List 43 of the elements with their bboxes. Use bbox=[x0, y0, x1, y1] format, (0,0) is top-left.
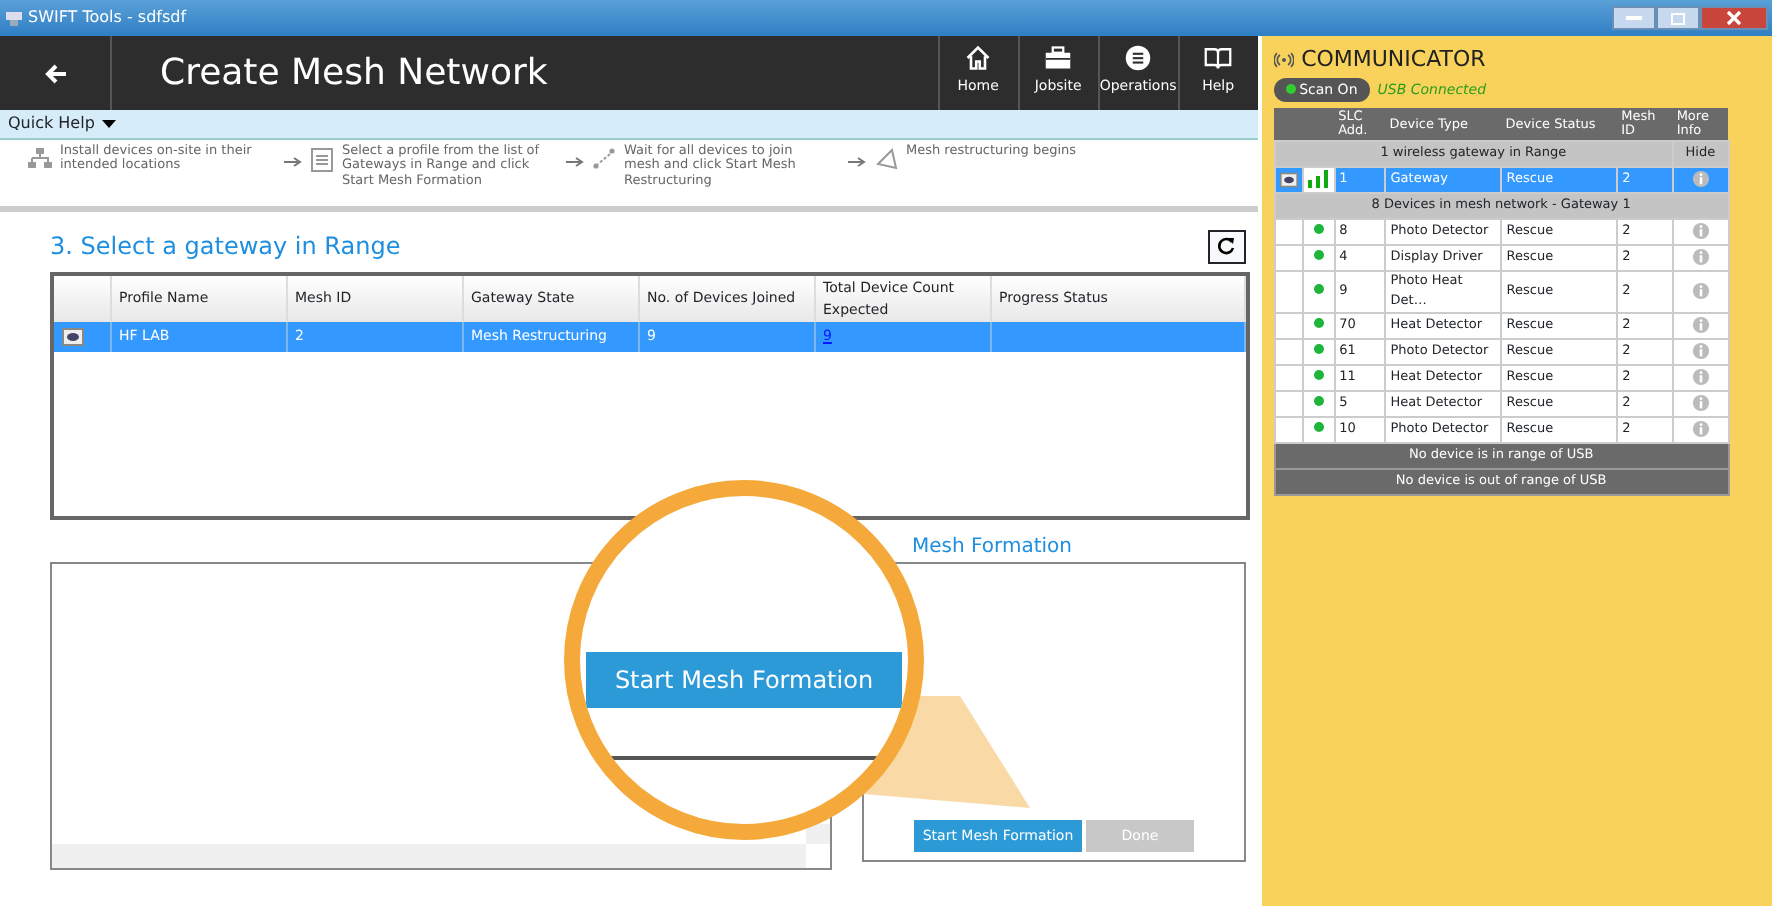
book-icon bbox=[1204, 44, 1233, 72]
maximize-icon bbox=[1670, 11, 1686, 25]
arrow-right-icon bbox=[284, 156, 302, 168]
back-arrow-icon bbox=[43, 63, 67, 83]
info-icon[interactable] bbox=[1691, 315, 1710, 334]
page-title: Create Mesh Network bbox=[158, 50, 548, 98]
signal-bars-icon bbox=[1307, 170, 1330, 189]
refresh-icon bbox=[1216, 236, 1237, 256]
view-icon[interactable] bbox=[62, 327, 84, 346]
info-icon[interactable] bbox=[1691, 367, 1710, 386]
home-icon bbox=[964, 44, 993, 72]
window-title: SWIFT Tools - sdfsdf bbox=[28, 6, 187, 30]
section-title: Mesh Formation bbox=[912, 534, 1074, 562]
info-icon[interactable] bbox=[1691, 248, 1710, 267]
info-icon[interactable] bbox=[1691, 170, 1710, 189]
menu-circle-icon bbox=[1124, 44, 1153, 72]
close-icon bbox=[1726, 10, 1742, 26]
section-title: 3. Select a gateway in Range bbox=[50, 230, 401, 264]
arrow-right-icon bbox=[848, 156, 866, 168]
document-icon bbox=[310, 148, 334, 172]
panel-title: COMMUNICATOR bbox=[1301, 44, 1486, 76]
app-icon bbox=[4, 9, 24, 27]
arrow-right-icon bbox=[566, 156, 584, 168]
vertical-scrollbar[interactable] bbox=[806, 824, 830, 844]
close-button[interactable] bbox=[1700, 6, 1768, 30]
network-icon bbox=[28, 148, 52, 172]
refresh-button[interactable] bbox=[1207, 229, 1246, 263]
minimize-icon bbox=[1626, 15, 1642, 21]
info-icon[interactable] bbox=[1691, 222, 1710, 241]
quick-help-label: Quick Help bbox=[8, 112, 95, 136]
dots-line-icon bbox=[592, 148, 616, 172]
info-icon[interactable] bbox=[1691, 282, 1710, 301]
maximize-button[interactable] bbox=[1656, 6, 1700, 30]
mesh-icon bbox=[874, 148, 898, 172]
info-icon[interactable] bbox=[1691, 393, 1710, 412]
info-icon[interactable] bbox=[1691, 419, 1710, 438]
broadcast-icon bbox=[1273, 52, 1294, 69]
info-icon[interactable] bbox=[1691, 341, 1710, 360]
dropdown-caret-icon[interactable] bbox=[102, 120, 117, 128]
view-icon[interactable] bbox=[1279, 171, 1298, 188]
minimize-button[interactable] bbox=[1612, 6, 1656, 30]
briefcase-icon bbox=[1044, 44, 1073, 72]
horizontal-scrollbar[interactable] bbox=[52, 844, 806, 868]
